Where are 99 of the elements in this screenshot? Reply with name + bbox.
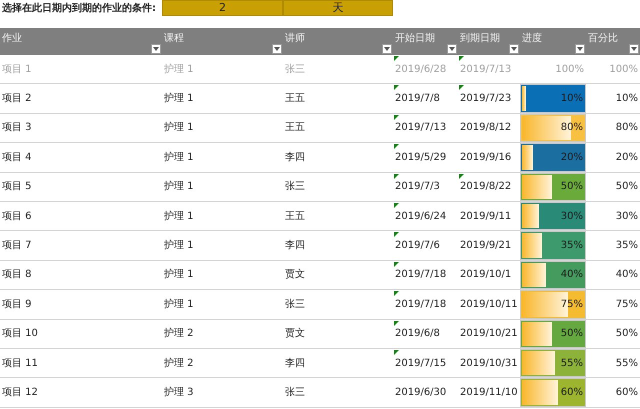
filter-button[interactable] [575, 44, 585, 54]
table-cell-text: 项目 10 [2, 327, 38, 342]
table-cell-text: 2019/7/23 [460, 92, 512, 106]
table-cell-text: 2019/7/3 [395, 180, 440, 194]
table-cell-text: 项目 9 [2, 298, 32, 312]
table-cell-text: 2019/7/15 [395, 356, 446, 371]
table-cell-text: 护理 2 [164, 356, 194, 371]
column-header: 开始日期 [395, 33, 435, 44]
table-cell-text: 2019/7/6 [395, 239, 440, 254]
progress-label: 35% [560, 239, 583, 254]
table-cell-text: 2019/7/18 [395, 298, 446, 312]
table-cell-text: 2019/10/1 [460, 268, 512, 282]
table-cell-text: 30% [616, 210, 638, 224]
table-cell-text: 项目 7 [2, 239, 32, 254]
table-cell-text: 55% [616, 356, 638, 371]
table-cell-text: 2019/9/21 [460, 239, 512, 254]
day-count-field[interactable]: 2 [162, 0, 283, 16]
table-cell-text: 2019/11/10 [460, 386, 518, 400]
progress-label: 40% [560, 268, 583, 282]
table-cell-text: 张三 [285, 298, 305, 312]
table-cell-text: 护理 1 [164, 210, 194, 224]
table-cell-text: 项目 2 [2, 92, 32, 106]
table-cell-text: 项目 4 [2, 150, 32, 165]
table-cell-text: 项目 12 [2, 386, 38, 400]
progress-label: 30% [560, 210, 583, 224]
table-cell-text: 项目 1 [2, 62, 32, 77]
table-cell-text: 张三 [285, 180, 305, 194]
table-cell-text: 护理 1 [164, 180, 194, 194]
table-cell-text: 护理 1 [164, 120, 194, 136]
table-cell-text: 项目 6 [2, 210, 32, 224]
table-cell-text: 75% [616, 298, 638, 312]
table-cell-text: 护理 1 [164, 150, 194, 165]
table-cell-text: 2019/6/8 [395, 327, 440, 342]
table-cell-text: 护理 1 [164, 238, 194, 254]
table-cell-text: 李四 [285, 150, 305, 165]
progress-label: 50% [560, 327, 583, 342]
table-cell-text: 2019/5/29 [395, 150, 446, 165]
table-cell-text: 2019/7/13 [395, 121, 446, 136]
progress-label: 10% [560, 92, 583, 106]
table-cell-text: 贾文 [285, 326, 305, 342]
progress-label: 60% [560, 386, 583, 400]
table-cell-text: 王五 [285, 92, 305, 106]
table-cell-text: 护理 1 [164, 62, 194, 77]
table-cell-text: 100% [609, 62, 638, 77]
filter-button[interactable] [629, 44, 639, 54]
table-cell-text: 2019/10/11 [460, 298, 518, 312]
table-cell-text: 护理 2 [164, 326, 194, 342]
table-cell-text: 李四 [285, 238, 305, 254]
unit-field[interactable]: 天 [283, 0, 393, 16]
table-cell-text: 王五 [285, 210, 305, 224]
progress-label: 50% [560, 180, 583, 194]
table-cell-text: 80% [616, 121, 638, 136]
table-cell-text: 60% [616, 386, 638, 400]
table-cell-text: 王五 [285, 121, 305, 136]
progress-label: 55% [560, 356, 583, 371]
column-header: 作业 [2, 33, 22, 44]
table-cell-text: 2019/9/11 [460, 210, 512, 224]
table-cell-text: 2019/10/31 [460, 356, 518, 371]
filter-button[interactable] [272, 44, 282, 54]
table-cell-text: 项目 8 [2, 268, 32, 282]
table-cell-text: 张三 [285, 386, 305, 400]
table-cell-text: 2019/6/24 [395, 210, 446, 224]
table-cell-text: 2019/6/30 [395, 386, 446, 400]
table-cell-text: 护理 1 [164, 268, 194, 282]
table-cell-text: 李四 [285, 356, 305, 371]
table-cell-text: 10% [616, 92, 638, 106]
column-header: 到期日期 [460, 33, 500, 44]
table-cell-text: 2019/7/13 [460, 62, 512, 77]
table-cell-text: 2019/6/28 [395, 62, 446, 77]
table-cell-text: 50% [616, 180, 638, 194]
table-cell-text: 张三 [285, 62, 305, 77]
table-cell-text: 贾文 [285, 268, 305, 282]
table-cell-text: 50% [616, 327, 638, 342]
column-header: 讲师 [285, 33, 305, 44]
table-cell-text: 2019/7/8 [395, 92, 440, 106]
table-cell-text: 2019/7/18 [395, 268, 446, 282]
table-cell-text: 护理 3 [164, 386, 194, 400]
table-cell-text: 护理 1 [164, 92, 194, 106]
table-cell-text: 项目 3 [2, 121, 32, 136]
progress-label: 20% [560, 150, 583, 165]
table-cell-text: 护理 1 [164, 298, 194, 312]
filter-button[interactable] [447, 44, 457, 54]
filter-button[interactable] [382, 44, 392, 54]
column-header: 进度 [522, 33, 542, 44]
filter-button[interactable] [151, 44, 161, 54]
table-cell-text: 100% [555, 62, 584, 77]
table-cell-text: 2019/10/21 [460, 327, 518, 342]
table-cell-text: 项目 11 [2, 356, 38, 371]
table-cell-text: 2019/8/12 [460, 121, 512, 136]
table-cell-text: 2019/8/22 [460, 180, 512, 194]
table-cell-text: 20% [616, 150, 638, 165]
table-cell-text: 35% [616, 239, 638, 254]
table-cell-text: 40% [616, 268, 638, 282]
table-cell-text: 2019/9/16 [460, 150, 512, 165]
condition-label: 选择在此日期内到期的作业的条件: [1, 2, 157, 16]
table-cell-text: 项目 5 [2, 180, 32, 194]
column-header: 课程 [164, 33, 184, 44]
column-header: 百分比 [588, 33, 618, 44]
filter-button[interactable] [509, 44, 519, 54]
